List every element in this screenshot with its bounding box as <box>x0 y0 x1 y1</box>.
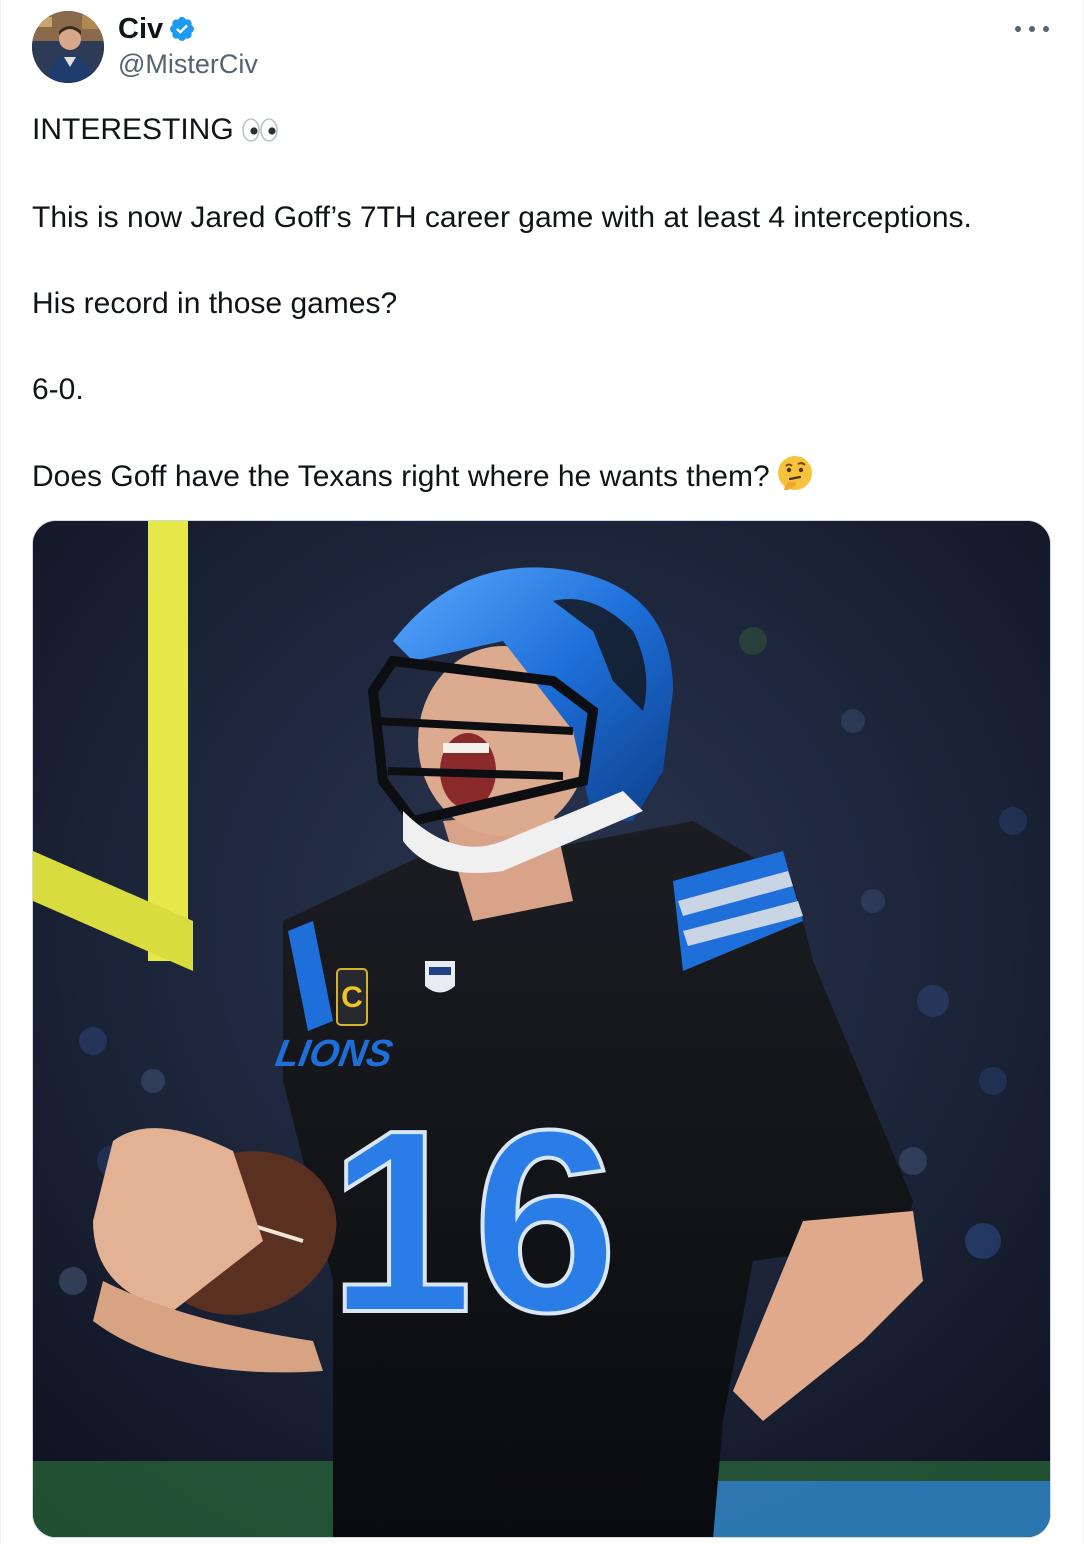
eyes-emoji-icon <box>240 114 280 158</box>
jersey-wordmark: LIONS <box>272 1032 396 1075</box>
jersey-number: 16 <box>328 1077 617 1367</box>
thinking-face-emoji-icon <box>776 454 814 505</box>
tweet-line-3: His record in those games? <box>32 287 398 320</box>
handle[interactable]: @MisterCiv <box>118 48 258 80</box>
tweet-photo[interactable]: C LIONS 16 <box>32 520 1051 1538</box>
tweet-line-1: INTERESTING <box>32 108 280 158</box>
tweet-line-5: Does Goff have the Texans right where he… <box>32 454 814 505</box>
avatar-image <box>32 11 104 83</box>
football-player-photo: C LIONS 16 <box>33 521 1050 1537</box>
tweet-card: Civ @MisterCiv INTERESTING This is now J… <box>0 0 1084 1544</box>
more-options-icon[interactable] <box>1015 17 1049 41</box>
tweet-line-4: 6-0. <box>32 373 84 406</box>
tweet-line-2: This is now Jared Goff’s 7TH career game… <box>32 201 972 234</box>
verified-badge-icon <box>168 15 196 43</box>
display-name[interactable]: Civ <box>118 12 163 46</box>
avatar[interactable] <box>32 11 104 83</box>
captain-patch: C <box>341 981 363 1014</box>
